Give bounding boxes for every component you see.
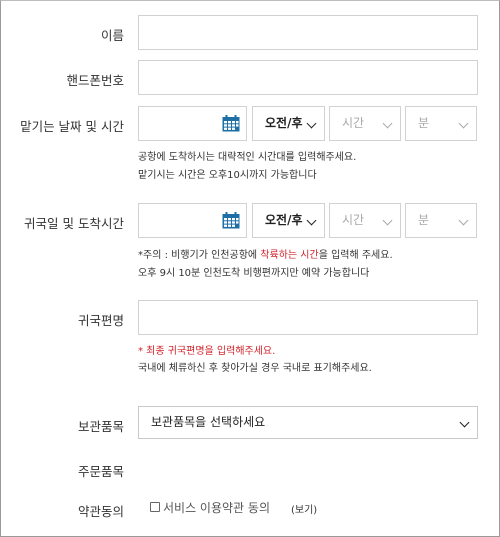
terms-view-link[interactable]: (보기) bbox=[291, 501, 317, 516]
return-minute-select[interactable]: 분 bbox=[405, 203, 477, 238]
name-label: 이름 bbox=[100, 28, 124, 43]
dropoff-ampm-select[interactable]: 오전/후 bbox=[252, 106, 325, 141]
return-date-input[interactable] bbox=[138, 203, 247, 238]
flight-number-input[interactable] bbox=[138, 300, 478, 335]
order-label: 주문품목 bbox=[77, 464, 124, 479]
chevron-down-icon bbox=[458, 215, 469, 226]
storage-selected-value: 보관품목을 선택하세요 bbox=[151, 415, 266, 429]
calendar-icon[interactable] bbox=[222, 115, 240, 132]
flight-note-2: 국내에 체류하신 후 찾아가실 경우 국내로 표기해주세요. bbox=[138, 363, 372, 374]
return-hour-placeholder: 시간 bbox=[342, 213, 365, 227]
dropoff-hour-placeholder: 시간 bbox=[342, 116, 365, 130]
flight-label: 귀국편명 bbox=[77, 313, 124, 328]
chevron-down-icon bbox=[306, 215, 317, 226]
dropoff-minute-select[interactable]: 분 bbox=[405, 106, 477, 141]
terms-label: 약관동의 bbox=[77, 504, 124, 519]
storage-label: 보관품목 bbox=[77, 419, 124, 434]
terms-checkbox-label[interactable]: 서비스 이용약관 동의 bbox=[163, 499, 270, 516]
return-hour-select[interactable]: 시간 bbox=[329, 203, 401, 238]
calendar-icon[interactable] bbox=[222, 212, 240, 229]
dropoff-hour-select[interactable]: 시간 bbox=[329, 106, 401, 141]
chevron-down-icon bbox=[459, 417, 470, 428]
return-label: 귀국일 및 도착시간 bbox=[24, 216, 124, 231]
dropoff-note-1: 공항에 도착하시는 대략적인 시간대를 입력해주세요. bbox=[138, 152, 357, 163]
dropoff-note-2: 맡기시는 시간은 오후10시까지 가능합니다 bbox=[138, 170, 317, 181]
flight-note-1-text: * 최종 귀국편명을 입력해주세요. bbox=[138, 346, 276, 357]
dropoff-label: 맡기는 날짜 및 시간 bbox=[20, 119, 124, 134]
storage-select[interactable]: 보관품목을 선택하세요 bbox=[138, 406, 478, 439]
dropoff-minute-placeholder: 분 bbox=[418, 116, 430, 130]
dropoff-ampm-value: 오전/후 bbox=[265, 116, 303, 130]
return-minute-placeholder: 분 bbox=[418, 213, 430, 227]
flight-note-1: * 최종 귀국편명을 입력해주세요. bbox=[138, 343, 275, 361]
chevron-down-icon bbox=[458, 118, 469, 129]
return-note-1-highlight: 착륙하는 시간 bbox=[260, 250, 319, 261]
return-note-1-prefix: *주의 : 비행기가 인천공항에 bbox=[138, 250, 261, 261]
return-ampm-value: 오전/후 bbox=[265, 213, 303, 227]
return-note-1-suffix: 을 입력해 주세요. bbox=[318, 250, 393, 261]
dropoff-date-input[interactable] bbox=[138, 106, 247, 141]
chevron-down-icon bbox=[382, 215, 393, 226]
phone-label: 핸드폰번호 bbox=[66, 73, 124, 88]
terms-checkbox[interactable] bbox=[150, 502, 160, 512]
chevron-down-icon bbox=[306, 118, 317, 129]
name-input[interactable] bbox=[138, 15, 478, 50]
return-ampm-select[interactable]: 오전/후 bbox=[252, 203, 325, 238]
return-note-1: *주의 : 비행기가 인천공항에 착륙하는 시간을 입력해 주세요. bbox=[138, 247, 393, 265]
return-note-2: 오후 9시 10분 인천도착 비행편까지만 예약 가능합니다 bbox=[138, 268, 370, 279]
phone-input[interactable] bbox=[138, 60, 478, 95]
chevron-down-icon bbox=[382, 118, 393, 129]
